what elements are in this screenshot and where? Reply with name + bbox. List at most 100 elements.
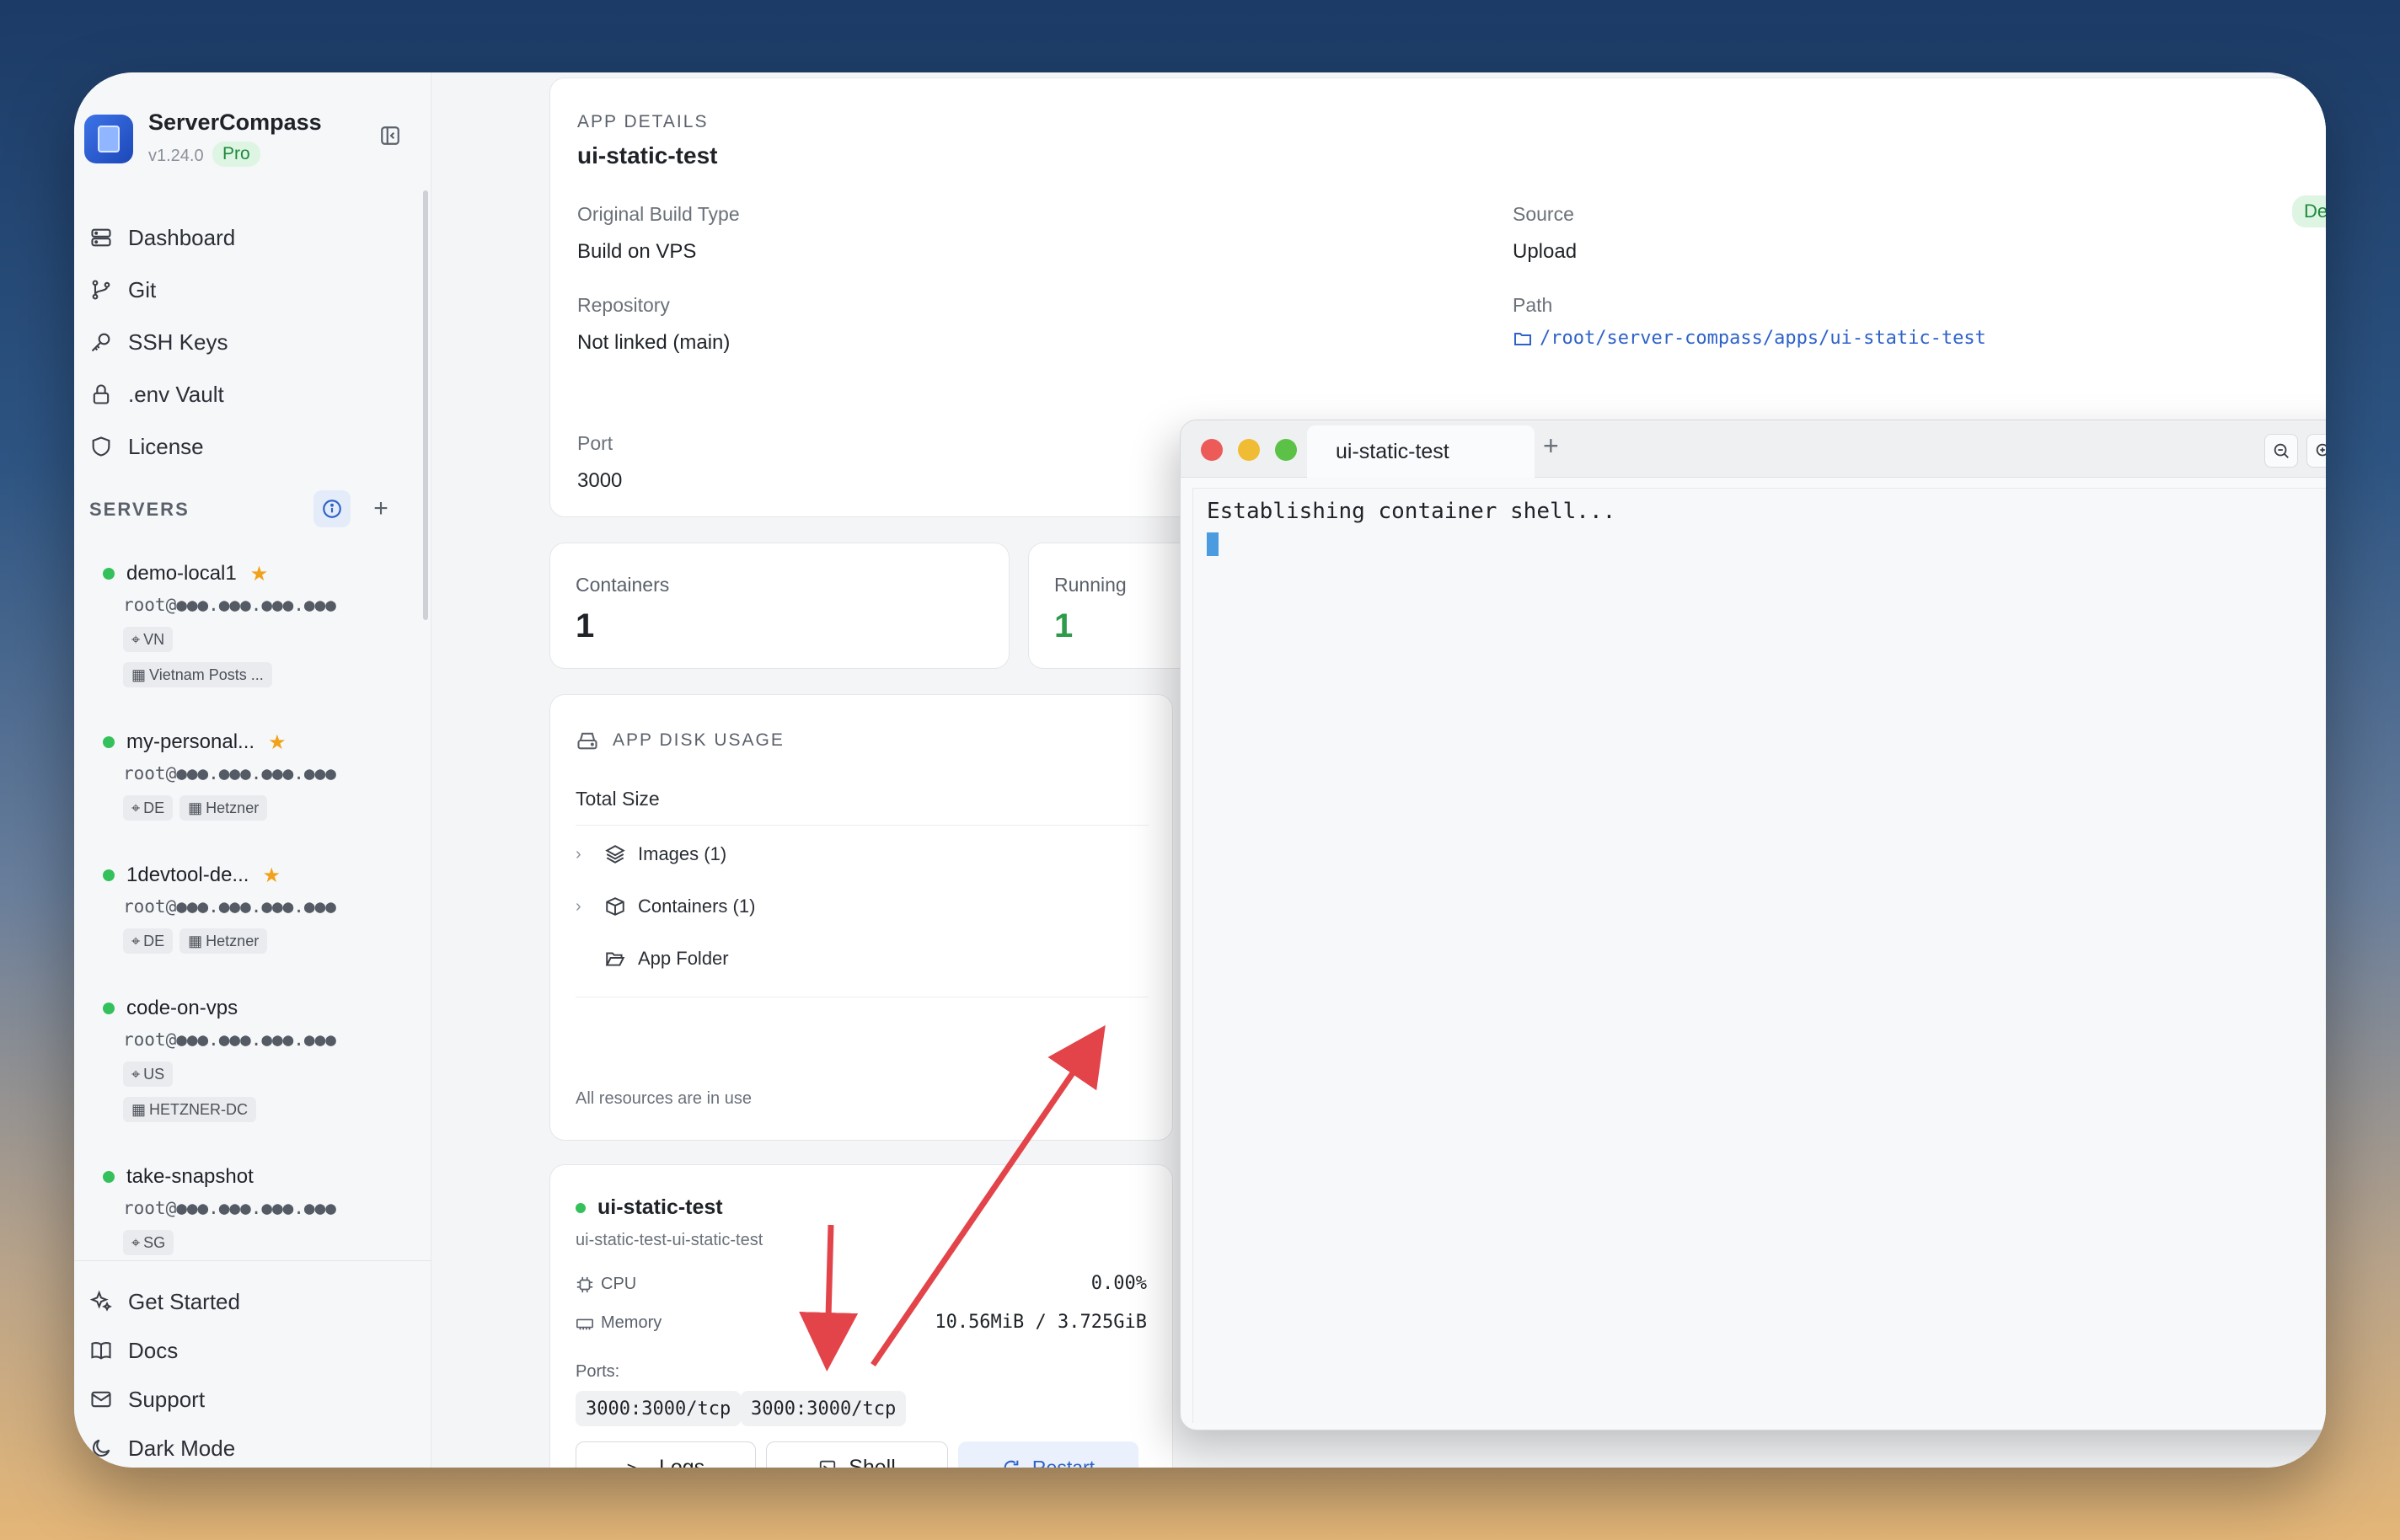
minimize-window-button[interactable] <box>1238 439 1260 461</box>
shield-icon <box>92 436 110 457</box>
source-value: Upload <box>1513 240 1578 263</box>
nav-item-dashboard[interactable]: Dashboard <box>89 221 235 254</box>
container-id: ui-static-test-ui-static-test <box>576 1231 763 1249</box>
moon-icon <box>93 1439 110 1457</box>
lock-icon <box>93 384 110 404</box>
pin-icon: ⌖ <box>131 799 141 816</box>
memory-label: Memory <box>601 1313 662 1332</box>
disk-row-containers[interactable]: › Containers (1) <box>576 880 1149 933</box>
terminal-output: Establishing container shell... <box>1207 499 1616 524</box>
nav-item-label: Dark Mode <box>128 1435 236 1461</box>
app-details-label: APP DETAILS <box>577 112 709 131</box>
terminal-output-area[interactable]: Establishing container shell... <box>1192 488 2326 1423</box>
disk-footer: All resources are in use <box>576 1089 752 1108</box>
close-window-button[interactable] <box>1201 439 1223 461</box>
nav-item-label: .env Vault <box>128 381 224 407</box>
info-icon <box>323 500 341 518</box>
build-type-value: Build on VPS <box>577 240 697 263</box>
star-icon[interactable]: ★ <box>268 730 287 755</box>
app-logo-icon <box>84 115 133 163</box>
add-server-button[interactable]: + <box>362 490 399 527</box>
nav-item-docs[interactable]: Docs <box>89 1334 178 1367</box>
deployment-status-badge: Deployed <box>2292 195 2326 227</box>
nav-item-support[interactable]: Support <box>89 1382 205 1416</box>
mail-icon <box>91 1391 111 1408</box>
sparkles-icon <box>89 1290 112 1312</box>
plus-icon: + <box>373 495 388 522</box>
zoom-out-icon <box>2274 443 2289 458</box>
terminal-prompt-icon: >_ <box>626 1457 647 1468</box>
nav-item-label: Git <box>128 276 157 302</box>
nav-item-ssh-keys[interactable]: SSH Keys <box>89 325 228 359</box>
running-stat-label: Running <box>1054 574 1127 596</box>
sidebar-scrollbar[interactable] <box>423 190 428 620</box>
plan-badge: Pro <box>212 142 260 167</box>
path-link[interactable]: /root/server-compass/apps/ui-static-test <box>1513 328 1986 349</box>
terminal-tab[interactable]: ui-static-test <box>1307 425 1535 478</box>
provider-tag: ▦ Vietnam Posts ... <box>123 662 272 687</box>
star-icon[interactable]: ★ <box>262 864 281 888</box>
location-tag: ⌖ US <box>123 1061 174 1087</box>
terminal-window-icon <box>820 1460 836 1468</box>
refresh-icon <box>1004 1460 1019 1468</box>
building-icon: ▦ <box>131 1100 147 1118</box>
server-item-1devtool[interactable]: 1devtool-de... ★ root@●●●.●●●.●●●.●●● ⌖ DE… <box>103 861 401 954</box>
disk-row-images[interactable]: › Images (1) <box>576 828 1149 880</box>
disk-usage-title: APP DISK USAGE <box>613 730 785 750</box>
folder-icon <box>1514 332 1531 345</box>
app-name: ServerCompass <box>148 110 322 135</box>
folder-open-icon <box>605 952 625 966</box>
nav-item-label: Get Started <box>128 1288 240 1314</box>
nav-item-label: Support <box>128 1386 206 1412</box>
zoom-out-button[interactable] <box>2264 434 2298 468</box>
memory-value: 10.56MiB / 3.725GiB <box>935 1312 1147 1333</box>
port-label: Port <box>577 432 613 454</box>
pin-icon: ⌖ <box>131 630 141 648</box>
maximize-window-button[interactable] <box>1275 439 1297 461</box>
hard-drive-icon <box>577 732 597 750</box>
container-card: ui-static-test ui-static-test-ui-static-… <box>549 1164 1173 1468</box>
terminal-window[interactable]: ui-static-test + Establishing container … <box>1180 420 2326 1430</box>
logs-button[interactable]: >_ Logs <box>576 1441 756 1468</box>
chevron-right-icon: › <box>576 896 581 916</box>
server-item-my-personal[interactable]: my-personal... ★ root@●●●.●●●.●●●.●●● ⌖ DE… <box>103 728 401 821</box>
repository-value: Not linked (main) <box>577 331 731 354</box>
server-host: root@●●●.●●●.●●●.●●● <box>123 896 336 917</box>
provider-tag: ▦ HETZNER-DC <box>123 1097 257 1122</box>
build-type-label: Original Build Type <box>577 203 740 225</box>
star-icon[interactable]: ★ <box>250 562 269 586</box>
new-tab-button[interactable]: + <box>1543 430 1559 462</box>
server-item-demo-local1[interactable]: demo-local1 ★ root@●●●.●●●.●●●.●●● ⌖ VN ▦ V… <box>103 559 401 687</box>
online-status-dot <box>103 568 115 580</box>
nav-item-env-vault[interactable]: .env Vault <box>89 377 224 411</box>
terminal-titlebar: ui-static-test + <box>1181 420 2326 478</box>
building-icon: ▦ <box>188 932 203 949</box>
sidebar-bottom-nav: Get Started Docs Support Dark Mode <box>74 1260 431 1468</box>
containers-stat-value: 1 <box>576 607 595 644</box>
zoom-in-button[interactable] <box>2306 434 2326 468</box>
servers-section-title: SERVERS <box>89 499 190 520</box>
nav-item-get-started[interactable]: Get Started <box>89 1285 240 1318</box>
disk-usage-card: APP DISK USAGE Total Size › Images (1) ›… <box>549 694 1173 1141</box>
nav-item-git[interactable]: Git <box>89 273 156 307</box>
server-item-take-snapshot[interactable]: take-snapshot root@●●●.●●●.●●●.●●● ⌖ SG <box>103 1163 401 1255</box>
nav-item-license[interactable]: License <box>89 430 204 463</box>
total-size-label: Total Size <box>576 788 660 810</box>
servers-info-button[interactable] <box>313 490 351 527</box>
server-host: root@●●●.●●●.●●●.●●● <box>123 763 336 783</box>
server-host: root@●●●.●●●.●●●.●●● <box>123 595 336 615</box>
pin-icon: ⌖ <box>131 932 141 949</box>
chevron-right-icon: › <box>576 844 581 864</box>
server-item-code-on-vps[interactable]: code-on-vps root@●●●.●●●.●●●.●●● ⌖ US ▦ HE… <box>103 994 401 1122</box>
nav-item-dark-mode[interactable]: Dark Mode <box>89 1431 235 1465</box>
disk-usage-header: APP DISK USAGE <box>576 729 785 752</box>
port-chip: 3000:3000/tcp <box>576 1391 742 1426</box>
shell-button[interactable]: Shell <box>766 1441 948 1468</box>
location-tag: ⌖ DE <box>123 928 174 954</box>
sidebar-collapse-icon[interactable] <box>379 125 401 147</box>
restart-button[interactable]: Restart <box>958 1441 1138 1468</box>
location-tag: ⌖ SG <box>123 1230 174 1255</box>
path-label: Path <box>1513 294 1553 316</box>
nav-item-label: SSH Keys <box>128 329 228 355</box>
server-stack-icon <box>91 228 111 247</box>
